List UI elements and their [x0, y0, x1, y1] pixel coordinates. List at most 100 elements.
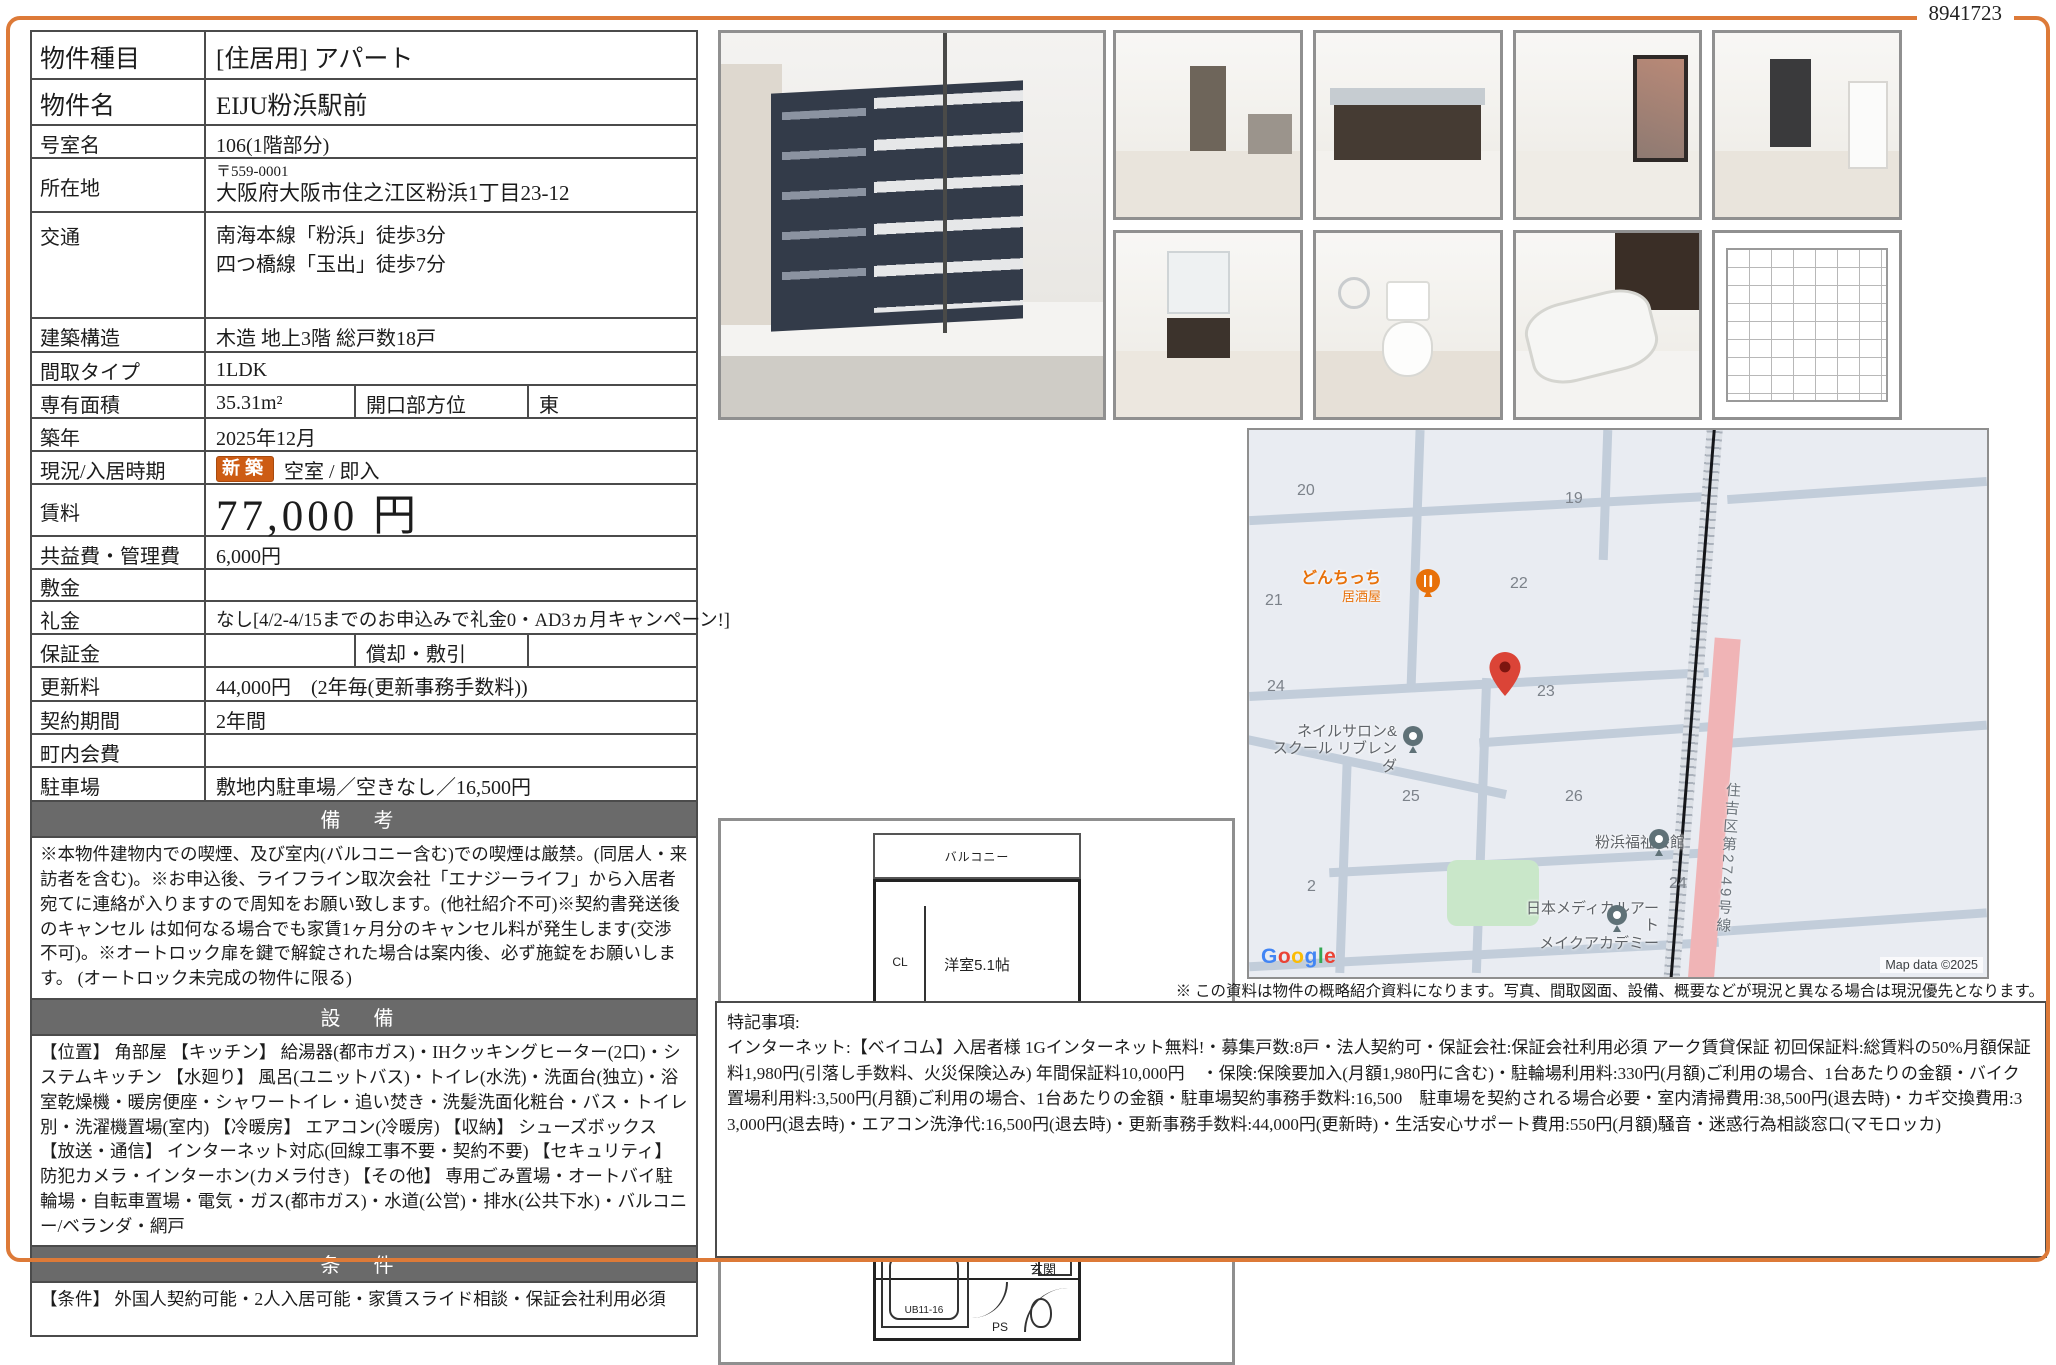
address-text: 大阪府大阪市住之江区粉浜1丁目23-12 — [216, 181, 690, 206]
floorplan-balcony: バルコニー — [873, 833, 1081, 879]
remarks-header: 備 考 — [32, 802, 696, 838]
map-block-number: 25 — [1402, 788, 1420, 806]
photo-kitchenette — [1248, 114, 1292, 154]
map-block-number: 19 — [1565, 490, 1583, 508]
property-type-value: [住居用] アパート — [206, 32, 696, 78]
map-block-number: 2 — [1307, 878, 1316, 896]
photo-utility-pole — [943, 33, 947, 333]
row-label: 交通 — [32, 213, 206, 317]
parking-value: 敷地内駐車場／空きなし／16,500円 — [206, 768, 696, 800]
row-label: 築年 — [32, 419, 206, 450]
floorplan-door-arc — [972, 1282, 1008, 1318]
photo-living-room — [1113, 30, 1303, 220]
map-road — [1709, 908, 1987, 936]
special-notes-text: インターネット:【ベイコム】入居者様 1Gインターネット無料!・募集戸数:8戸・… — [727, 1035, 2035, 1137]
izakaya-label[interactable]: どんちっち 居酒屋 — [1301, 570, 1381, 607]
document-number: 8941723 — [1917, 1, 2015, 26]
equipment-header: 設 備 — [32, 1000, 696, 1036]
opening-direction-label: 開口部方位 — [356, 386, 529, 417]
google-logo[interactable]: Google — [1261, 945, 1336, 969]
photo-refrigerator — [1848, 81, 1888, 169]
new-build-badge: 新築 — [216, 456, 274, 482]
nail-salon-label[interactable]: ネイルサロン& スクール リブレンダ — [1267, 723, 1397, 775]
map-road — [1599, 430, 1613, 560]
welfare-hall-label[interactable]: 粉浜福祉会館 — [1595, 834, 1685, 851]
photo-schematic-grid — [1726, 248, 1888, 403]
table-row: 所在地 〒559-0001 大阪府大阪市住之江区粉浜1丁目23-12 — [32, 159, 696, 213]
floorplan-tub-label: UB11-16 — [889, 1256, 959, 1320]
guarantee-value — [206, 635, 356, 666]
access-line1: 南海本線「粉浜」徒歩3分 — [216, 219, 690, 248]
table-row: 間取タイプ 1LDK — [32, 353, 696, 386]
row-label: 共益費・管理費 — [32, 537, 206, 568]
table-row: 契約期間 2年間 — [32, 702, 696, 735]
photo-bathroom — [1513, 230, 1703, 420]
nail-salon-pin-icon[interactable] — [1401, 725, 1425, 755]
row-label: 敷金 — [32, 570, 206, 600]
photo-toilet-bowl — [1382, 321, 1433, 376]
welfare-hall-name: 粉浜福祉会館 — [1595, 834, 1685, 851]
row-label: 所在地 — [32, 159, 206, 211]
disclaimer-note: ※ この資料は物件の概略紹介資料になります。写真、間取図面、設備、概要などが現況… — [1176, 979, 2044, 1001]
photo-mirror — [1167, 251, 1229, 314]
built-value: 2025年12月 — [206, 419, 696, 450]
amortization-label: 償却・敷引 — [356, 635, 529, 666]
academy-pin-icon[interactable] — [1605, 904, 1629, 934]
table-row: 賃料 77,000 円 — [32, 485, 696, 537]
term-value: 2年間 — [206, 702, 696, 733]
photo-window-glass — [1637, 59, 1684, 158]
table-row: 建築構造 木造 地上3階 総戸数18戸 — [32, 319, 696, 353]
photo-floor — [1316, 151, 1500, 217]
table-row: 専有面積 35.31m² 開口部方位 東 — [32, 386, 696, 419]
photo-window — [1770, 59, 1810, 147]
row-label: 専有面積 — [32, 386, 206, 417]
row-label: 現況/入居時期 — [32, 452, 206, 483]
map-road — [1727, 477, 1987, 504]
deposit-value — [206, 570, 696, 600]
welfare-hall-pin-icon[interactable] — [1647, 828, 1671, 858]
row-label: 契約期間 — [32, 702, 206, 733]
academy-label[interactable]: 日本メディカルアート メイクアカデミー — [1519, 900, 1659, 952]
nail-salon-line2: スクール リブレンダ — [1273, 740, 1397, 774]
table-row: 共益費・管理費 6,000円 — [32, 537, 696, 570]
postal-code: 〒559-0001 — [216, 164, 690, 181]
map-block-number: 24 — [1267, 678, 1285, 696]
map-road — [1249, 492, 1711, 525]
photo-bedroom-window — [1513, 30, 1703, 220]
photo-doorway — [1190, 66, 1227, 151]
table-row: 交通 南海本線「粉浜」徒歩3分 四つ橋線「玉出」徒歩7分 — [32, 213, 696, 319]
photo-towel-ring — [1338, 277, 1370, 309]
photo-washroom-vanity — [1113, 230, 1303, 420]
remarks-text: ※本物件建物内での喫煙、及び室内(バルコニー含む)での喫煙は厳禁。(同居人・来訪… — [32, 838, 696, 1000]
table-row: 町内会費 — [32, 735, 696, 768]
row-label: 駐車場 — [32, 768, 206, 800]
row-label: 物件種目 — [32, 32, 206, 78]
photo-building-schematic — [1712, 230, 1902, 420]
status-text: 空室 / 即入 — [284, 455, 380, 484]
photo-building-windows — [782, 108, 866, 304]
property-location-pin[interactable] — [1489, 652, 1521, 696]
property-name-value: EIJU粉浜駅前 — [206, 80, 696, 124]
renewal-value: 44,000円 (2年毎(更新事務手数料)) — [206, 668, 696, 700]
map-block-number: 21 — [1265, 592, 1283, 610]
photo-building-balconies — [874, 91, 1023, 314]
restaurant-pin-icon[interactable] — [1414, 568, 1442, 604]
location-map[interactable]: 20 19 21 22 24 23 25 26 2 24 どんちっち 居酒屋 ネ… — [1247, 428, 1989, 979]
table-row: 礼金 なし[4/2-4/15までのお申込みで礼金0・AD3ヵ月キャンペーン!] — [32, 602, 696, 635]
izakaya-name: どんちっち — [1301, 570, 1381, 587]
map-block-number: 22 — [1510, 575, 1528, 593]
row-label: 町内会費 — [32, 735, 206, 766]
table-row: 物件名 EIJU粉浜駅前 — [32, 80, 696, 126]
photo-toilet-tank — [1386, 281, 1430, 321]
status-value: 新築 空室 / 即入 — [206, 452, 696, 483]
rent-value: 77,000 円 — [206, 485, 696, 535]
room-no-value: 106(1階部分) — [206, 126, 696, 157]
photo-floor — [1116, 351, 1300, 417]
photo-building-exterior — [718, 30, 1106, 420]
map-road — [1249, 668, 1709, 701]
photo-foreground-road — [721, 356, 1103, 417]
opening-direction-value: 東 — [529, 386, 696, 417]
table-row: 築年 2025年12月 — [32, 419, 696, 452]
photo-floor — [1116, 151, 1300, 217]
row-label: 物件名 — [32, 80, 206, 124]
